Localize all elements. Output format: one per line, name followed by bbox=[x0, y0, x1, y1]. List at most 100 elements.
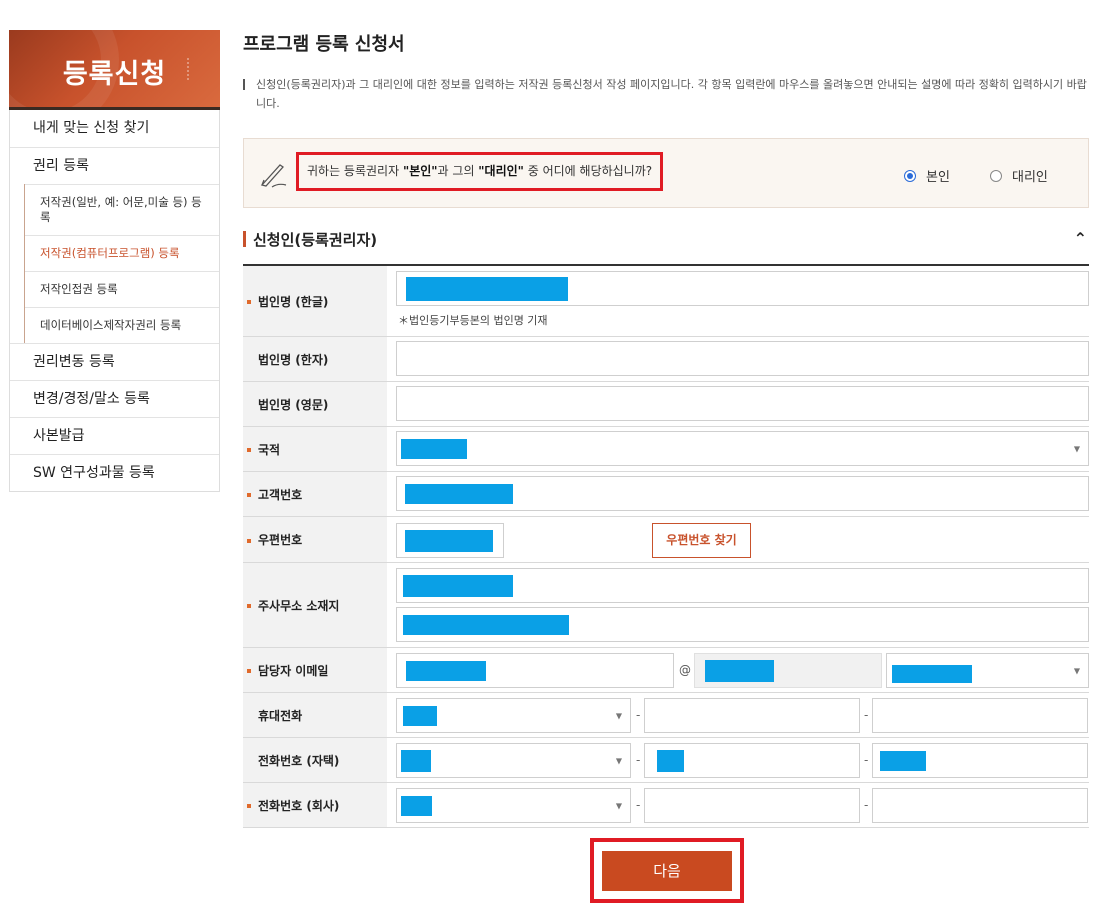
label-zipcode: 우편번호 bbox=[243, 517, 387, 562]
phone-home-middle-input[interactable] bbox=[644, 743, 860, 778]
row-phone-office: 전화번호 (회사) ▼ - - bbox=[243, 783, 1089, 828]
row-corp-name-hanja: 법인명 (한자) bbox=[243, 337, 1089, 382]
row-office-address: 주사무소 소재지 bbox=[243, 563, 1089, 648]
redacted-value bbox=[880, 750, 926, 771]
dash-separator: - bbox=[636, 753, 641, 767]
dash-separator: - bbox=[864, 708, 869, 722]
sidebar-subitem-copyright-program[interactable]: 저작권(컴퓨터프로그램) 등록 bbox=[25, 235, 219, 271]
section-header: 신청인(등록권리자) ⌃ bbox=[243, 229, 1089, 266]
sidebar-item-modify[interactable]: 변경/경정/말소 등록 bbox=[10, 380, 219, 417]
pen-icon bbox=[260, 164, 287, 188]
radio-self-label: 본인 bbox=[926, 170, 950, 185]
row-phone-home: 전화번호 (자택) ▼ - - bbox=[243, 738, 1089, 783]
phone-home-last-input[interactable] bbox=[872, 743, 1088, 778]
redacted-value bbox=[403, 705, 437, 726]
page-title: 프로그램 등록 신청서 bbox=[243, 34, 405, 55]
email-domain-select[interactable]: ▼ bbox=[886, 653, 1089, 688]
label-office-address: 주사무소 소재지 bbox=[243, 563, 387, 647]
redacted-value bbox=[892, 665, 972, 683]
redacted-value bbox=[406, 276, 568, 301]
redacted-value bbox=[401, 749, 431, 772]
row-mobile: 휴대전화 ▼ - - bbox=[243, 693, 1089, 738]
dash-separator: - bbox=[636, 708, 641, 722]
chevron-down-icon: ▼ bbox=[1073, 444, 1080, 453]
applicant-type-question: 귀하는 등록권리자 "본인"과 그의 "대리인" 중 어디에 해당하십니까? 본… bbox=[243, 138, 1089, 208]
sidebar: 등록신청 내게 맞는 신청 찾기 권리 등록 저작권(일반, 예: 어문,미술 … bbox=[9, 30, 220, 492]
row-corp-name-kor: 법인명 (한글) ＊법인등기부등본의 법인명 기재 bbox=[243, 266, 1089, 337]
sidebar-item-rights-registration[interactable]: 권리 등록 bbox=[10, 147, 219, 184]
mobile-prefix-select[interactable]: ▼ bbox=[396, 698, 631, 733]
redacted-value bbox=[403, 614, 569, 635]
phone-office-prefix-select[interactable]: ▼ bbox=[396, 788, 631, 823]
redacted-value bbox=[405, 529, 493, 552]
question-prefix: 귀하는 등록권리자 bbox=[307, 164, 403, 178]
sidebar-item-rights-change[interactable]: 권리변동 등록 bbox=[10, 343, 219, 380]
mobile-middle-input[interactable] bbox=[644, 698, 860, 733]
question-suffix: 중 어디에 해당하십니까? bbox=[523, 164, 653, 178]
radio-agent-indicator[interactable] bbox=[990, 169, 1002, 182]
section-title: 신청인(등록권리자) bbox=[253, 231, 378, 249]
label-phone-office: 전화번호 (회사) bbox=[243, 783, 387, 827]
question-middle: 과 그의 bbox=[437, 164, 479, 178]
sidebar-banner: 등록신청 bbox=[9, 30, 220, 110]
phone-home-prefix-select[interactable]: ▼ bbox=[396, 743, 631, 778]
radio-agent-label: 대리인 bbox=[1012, 170, 1048, 185]
redacted-value bbox=[406, 660, 486, 681]
phone-office-last-input[interactable] bbox=[872, 788, 1088, 823]
sidebar-subitem-copyright-general[interactable]: 저작권(일반, 예: 어문,미술 등) 등록 bbox=[25, 184, 219, 235]
redacted-value bbox=[401, 438, 467, 459]
corp-name-hanja-input[interactable] bbox=[396, 341, 1089, 376]
chevron-down-icon: ▼ bbox=[615, 756, 622, 765]
question-text: 귀하는 등록권리자 "본인"과 그의 "대리인" 중 어디에 해당하십니까? bbox=[296, 152, 664, 191]
redacted-value bbox=[705, 659, 774, 682]
collapse-chevron-up-icon[interactable]: ⌃ bbox=[1074, 229, 1087, 248]
phone-office-middle-input[interactable] bbox=[644, 788, 860, 823]
redacted-value bbox=[403, 574, 513, 597]
sidebar-item-copy-issue[interactable]: 사본발급 bbox=[10, 417, 219, 454]
email-domain-input[interactable] bbox=[694, 653, 882, 688]
label-customer-no: 고객번호 bbox=[243, 472, 387, 516]
label-corp-name-hanja: 법인명 (한자) bbox=[243, 337, 387, 381]
zipcode-input[interactable] bbox=[396, 523, 504, 558]
radio-self-indicator[interactable] bbox=[904, 169, 916, 182]
customer-no-input[interactable] bbox=[396, 476, 1089, 511]
section-accent-bar bbox=[243, 231, 246, 247]
row-customer-no: 고객번호 bbox=[243, 472, 1089, 517]
label-corp-name-kor: 법인명 (한글) bbox=[243, 266, 387, 336]
label-nationality: 국적 bbox=[243, 427, 387, 471]
next-button[interactable]: 다음 bbox=[602, 851, 732, 891]
question-option-agent: "대리인" bbox=[478, 164, 524, 178]
banner-grip-icon bbox=[187, 58, 195, 80]
dash-separator: - bbox=[636, 798, 641, 812]
mobile-last-input[interactable] bbox=[872, 698, 1088, 733]
corp-name-eng-input[interactable] bbox=[396, 386, 1089, 421]
chevron-down-icon: ▼ bbox=[615, 801, 622, 810]
row-contact-email: 담당자 이메일 @ ▼ bbox=[243, 648, 1089, 693]
corp-name-kor-input[interactable] bbox=[396, 271, 1089, 306]
label-corp-name-eng: 법인명 (영문) bbox=[243, 382, 387, 426]
sidebar-subitem-database-rights[interactable]: 데이터베이스제작자권리 등록 bbox=[25, 307, 219, 343]
next-button-highlight: 다음 bbox=[590, 838, 744, 903]
email-id-input[interactable] bbox=[396, 653, 674, 688]
applicant-form: 법인명 (한글) ＊법인등기부등본의 법인명 기재 법인명 (한자) 법인명 (… bbox=[243, 266, 1089, 828]
address-line1-input[interactable] bbox=[396, 568, 1089, 603]
sidebar-menu: 내게 맞는 신청 찾기 권리 등록 저작권(일반, 예: 어문,미술 등) 등록… bbox=[9, 110, 220, 492]
email-at-sign: @ bbox=[679, 663, 691, 677]
redacted-value bbox=[401, 795, 432, 816]
label-mobile: 휴대전화 bbox=[243, 693, 387, 737]
radio-agent[interactable]: 대리인 bbox=[990, 166, 1048, 185]
row-corp-name-eng: 법인명 (영문) bbox=[243, 382, 1089, 427]
dash-separator: - bbox=[864, 798, 869, 812]
corp-name-hint: ＊법인등기부등본의 법인명 기재 bbox=[398, 314, 548, 327]
sidebar-subitem-neighboring-rights[interactable]: 저작인접권 등록 bbox=[25, 271, 219, 307]
nationality-select[interactable]: ▼ bbox=[396, 431, 1089, 466]
zipcode-search-button[interactable]: 우편번호 찾기 bbox=[652, 523, 751, 558]
chevron-down-icon: ▼ bbox=[615, 711, 622, 720]
address-line2-input[interactable] bbox=[396, 607, 1089, 642]
row-zipcode: 우편번호 우편번호 찾기 bbox=[243, 517, 1089, 563]
sidebar-item-find[interactable]: 내게 맞는 신청 찾기 bbox=[10, 110, 219, 147]
sidebar-item-sw-research[interactable]: SW 연구성과물 등록 bbox=[10, 454, 219, 491]
radio-self[interactable]: 본인 bbox=[904, 166, 950, 185]
question-option-self: "본인" bbox=[402, 164, 438, 178]
page-description: 신청인(등록권리자)과 그 대리인에 대한 정보를 입력하는 저작권 등록신청서… bbox=[243, 75, 1093, 113]
